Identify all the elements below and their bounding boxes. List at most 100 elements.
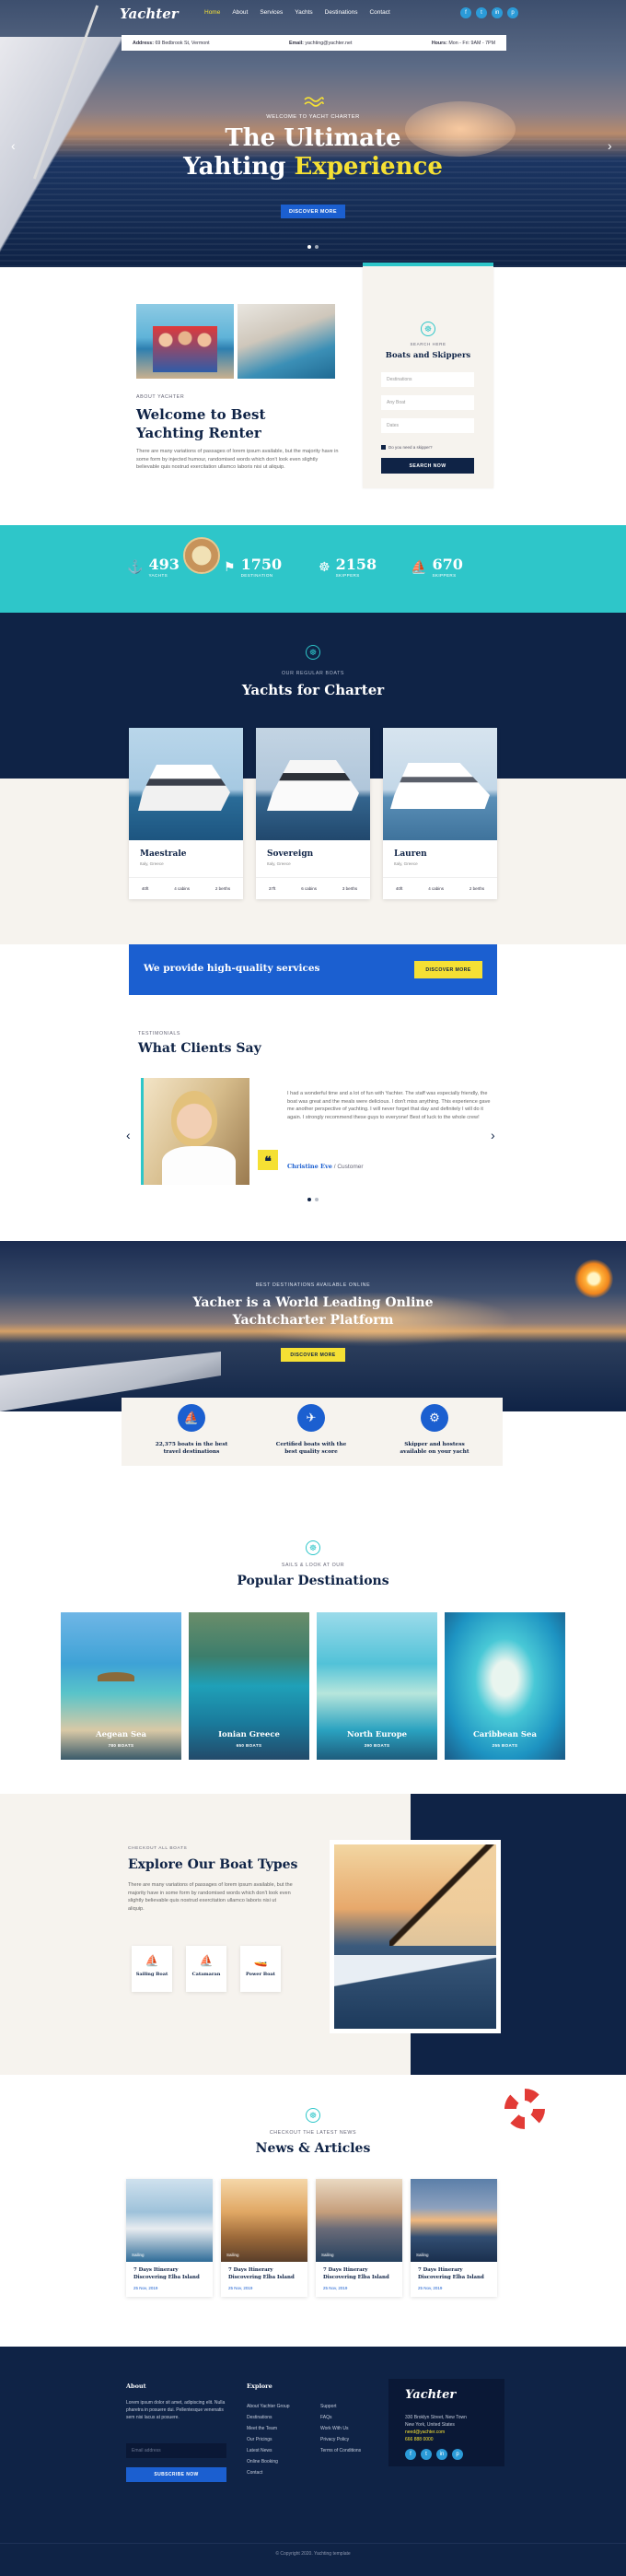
stat-destination-label: DESTINATION — [240, 573, 273, 578]
search-title: Boats and Skippers — [385, 351, 471, 360]
footer-link[interactable]: Contact — [247, 2467, 290, 2478]
page: Yachter Home About Services Yachts Desti… — [0, 0, 626, 2576]
boat-type-field[interactable]: Any Boat — [381, 395, 474, 410]
yacht-specs: 37ft 6 cabins 3 berths — [256, 877, 370, 899]
hero-slider-dots — [307, 245, 319, 249]
info-email-value[interactable]: yachting@yachter.net — [305, 41, 352, 46]
nav-about[interactable]: About — [232, 9, 248, 16]
footer — [0, 2347, 626, 2576]
news-title-2[interactable]: 7 Days Itinerary Discovering Elba Island — [228, 2267, 302, 2281]
destination-card-north-europe[interactable]: North Europe 390 BOATS — [317, 1612, 437, 1760]
news-image-2 — [221, 2179, 307, 2262]
destination-card-caribbean[interactable]: Caribbean Sea 255 BOATS — [445, 1612, 565, 1760]
twitter-icon[interactable]: t — [421, 2449, 432, 2460]
footer-link[interactable]: Terms of Conditions — [320, 2445, 361, 2456]
destination-card-aegean[interactable]: Aegean Sea 780 BOATS — [61, 1612, 181, 1760]
footer-link[interactable]: Work With Us — [320, 2423, 361, 2434]
news-card-2[interactable]: 7 Days Itinerary Discovering Elba Island… — [221, 2179, 307, 2297]
footer-contact-box: Yachter 330 Broklyn Street, New Town New … — [388, 2379, 504, 2466]
pinterest-icon[interactable]: p — [452, 2449, 463, 2460]
news-card-3[interactable]: 7 Days Itinerary Discovering Elba Island… — [316, 2179, 402, 2297]
facebook-icon[interactable]: f — [405, 2449, 416, 2460]
banner-discover-button[interactable]: DISCOVER MORE — [414, 961, 482, 978]
footer-link[interactable]: About Yachter Group — [247, 2401, 290, 2412]
nav-services[interactable]: Services — [260, 9, 283, 16]
nav-yachts[interactable]: Yachts — [295, 9, 312, 16]
footer-email[interactable]: need@yachter.com — [405, 2429, 467, 2436]
linkedin-icon[interactable]: in — [436, 2449, 447, 2460]
skipper-checkbox[interactable] — [381, 445, 386, 450]
hero-dot-2[interactable] — [315, 245, 319, 249]
stat-yachts-icon: ⚓ — [127, 558, 144, 574]
boattype-catamaran[interactable]: ⛵ Catamaran — [186, 1946, 226, 1992]
linkedin-icon[interactable]: in — [492, 7, 503, 18]
news-title-4[interactable]: 7 Days Itinerary Discovering Elba Island — [418, 2267, 492, 2281]
footer-link[interactable]: Our Pricings — [247, 2434, 290, 2445]
footer-logo[interactable]: Yachter — [405, 2388, 456, 2402]
facebook-icon[interactable]: f — [460, 7, 471, 18]
testimonial-dot-2[interactable] — [315, 1198, 319, 1201]
boattypes-text: There are many variations of passages of… — [128, 1882, 293, 1912]
footer-link[interactable]: Latest News — [247, 2445, 290, 2456]
testimonial-next-icon[interactable]: › — [491, 1128, 495, 1142]
benefit-boats-caption: 22,375 boats in the best travel destinati… — [145, 1441, 238, 1456]
boattype-power[interactable]: 🚤 Power Boat — [240, 1946, 281, 1992]
nav-destinations[interactable]: Destinations — [325, 9, 358, 16]
hero-prev-arrow-icon[interactable]: ‹ — [11, 138, 16, 153]
footer-link[interactable]: FAQs — [320, 2412, 361, 2423]
footer-link[interactable]: Meet the Team — [247, 2423, 290, 2434]
boattype-sailing[interactable]: ⛵ Sailing Boat — [132, 1946, 172, 1992]
news-tag: Sailing — [416, 2253, 429, 2257]
nav-home[interactable]: Home — [204, 9, 220, 16]
footer-link[interactable]: Destinations — [247, 2412, 290, 2423]
sailing-boat-icon: ⛵ — [145, 1954, 159, 1967]
site-logo[interactable]: Yachter — [120, 6, 179, 22]
footer-link[interactable]: Privacy Policy — [320, 2434, 361, 2445]
destinations-title: Popular Destinations — [237, 1574, 389, 1588]
benefit-boats-line1: 22,375 boats in the best — [155, 1442, 228, 1447]
stat-skippers-2-number: 670 — [432, 556, 463, 573]
destination-name: Caribbean Sea — [473, 1730, 537, 1739]
subscribe-button[interactable]: SUBSCRIBE NOW — [126, 2467, 226, 2482]
yacht-berths: 2 berths — [469, 886, 485, 891]
yacht-cabins: 6 cabins — [301, 886, 317, 891]
feature-title-line1: Yacher is a World Leading Online — [192, 1295, 434, 1310]
testimonial-prev-icon[interactable]: ‹ — [126, 1128, 131, 1142]
search-button[interactable]: SEARCH NOW — [381, 458, 474, 474]
yacht-card-lauren[interactable]: Lauren Italy, Greece 40ft 4 cabins 2 berth… — [383, 728, 497, 899]
yacht-card-sovereign[interactable]: Sovereign Italy, Greece 37ft 6 cabins 3 be… — [256, 728, 370, 899]
hero-title-line2-a: Yahting — [183, 153, 295, 181]
hero-kicker: WELCOME TO YACHT CHARTER — [266, 114, 360, 120]
nav-contact[interactable]: Contact — [369, 9, 389, 16]
dates-field[interactable]: Dates — [381, 418, 474, 433]
news-title-3[interactable]: 7 Days Itinerary Discovering Elba Island — [323, 2267, 397, 2281]
yacht-specs: 40ft 4 cabins 2 berths — [383, 877, 497, 899]
hero-next-arrow-icon[interactable]: › — [608, 138, 612, 153]
hero-dot-1[interactable] — [307, 245, 311, 249]
skipper-checkbox-row[interactable]: Do you need a skipper? — [381, 445, 433, 450]
footer-address-line1: 330 Broklyn Street, New Town — [405, 2415, 467, 2420]
yacht-hull-maestrale — [138, 765, 230, 811]
sailing-photo — [334, 1844, 496, 2029]
twitter-icon[interactable]: t — [476, 7, 487, 18]
quote-icon: ❝ — [258, 1150, 278, 1170]
hero-discover-button[interactable]: DISCOVER MORE — [281, 205, 345, 218]
footer-link[interactable]: Support — [320, 2401, 361, 2412]
yacht-name: Maestrale — [140, 849, 187, 859]
testimonial-dot-1[interactable] — [307, 1198, 311, 1201]
footer-support-list: Support FAQs Work With Us Privacy Policy… — [320, 2401, 361, 2456]
benefit-skipper-line1: Skipper and hostess — [404, 1442, 465, 1447]
feature-discover-button[interactable]: DISCOVER MORE — [281, 1348, 345, 1362]
footer-link[interactable]: Online Booking — [247, 2456, 290, 2467]
footer-email-input[interactable]: Email address — [126, 2443, 226, 2458]
yacht-location: Italy, Greece — [140, 861, 164, 866]
footer-explore-list: About Yachter Group Destinations Meet th… — [247, 2401, 290, 2478]
pinterest-icon[interactable]: p — [507, 7, 518, 18]
news-title-1[interactable]: 7 Days Itinerary Discovering Elba Island — [133, 2267, 207, 2281]
destination-card-ionian[interactable]: Ionian Greece 650 BOATS — [189, 1612, 309, 1760]
news-card-1[interactable]: 7 Days Itinerary Discovering Elba Island… — [126, 2179, 213, 2297]
yacht-card-maestrale[interactable]: Maestrale Italy, Greece 40ft 4 cabins 2 be… — [129, 728, 243, 899]
destination-field[interactable]: Destinations — [381, 372, 474, 387]
news-card-4[interactable]: 7 Days Itinerary Discovering Elba Island… — [411, 2179, 497, 2297]
footer-phone[interactable]: 666 888 0000 — [405, 2436, 467, 2443]
